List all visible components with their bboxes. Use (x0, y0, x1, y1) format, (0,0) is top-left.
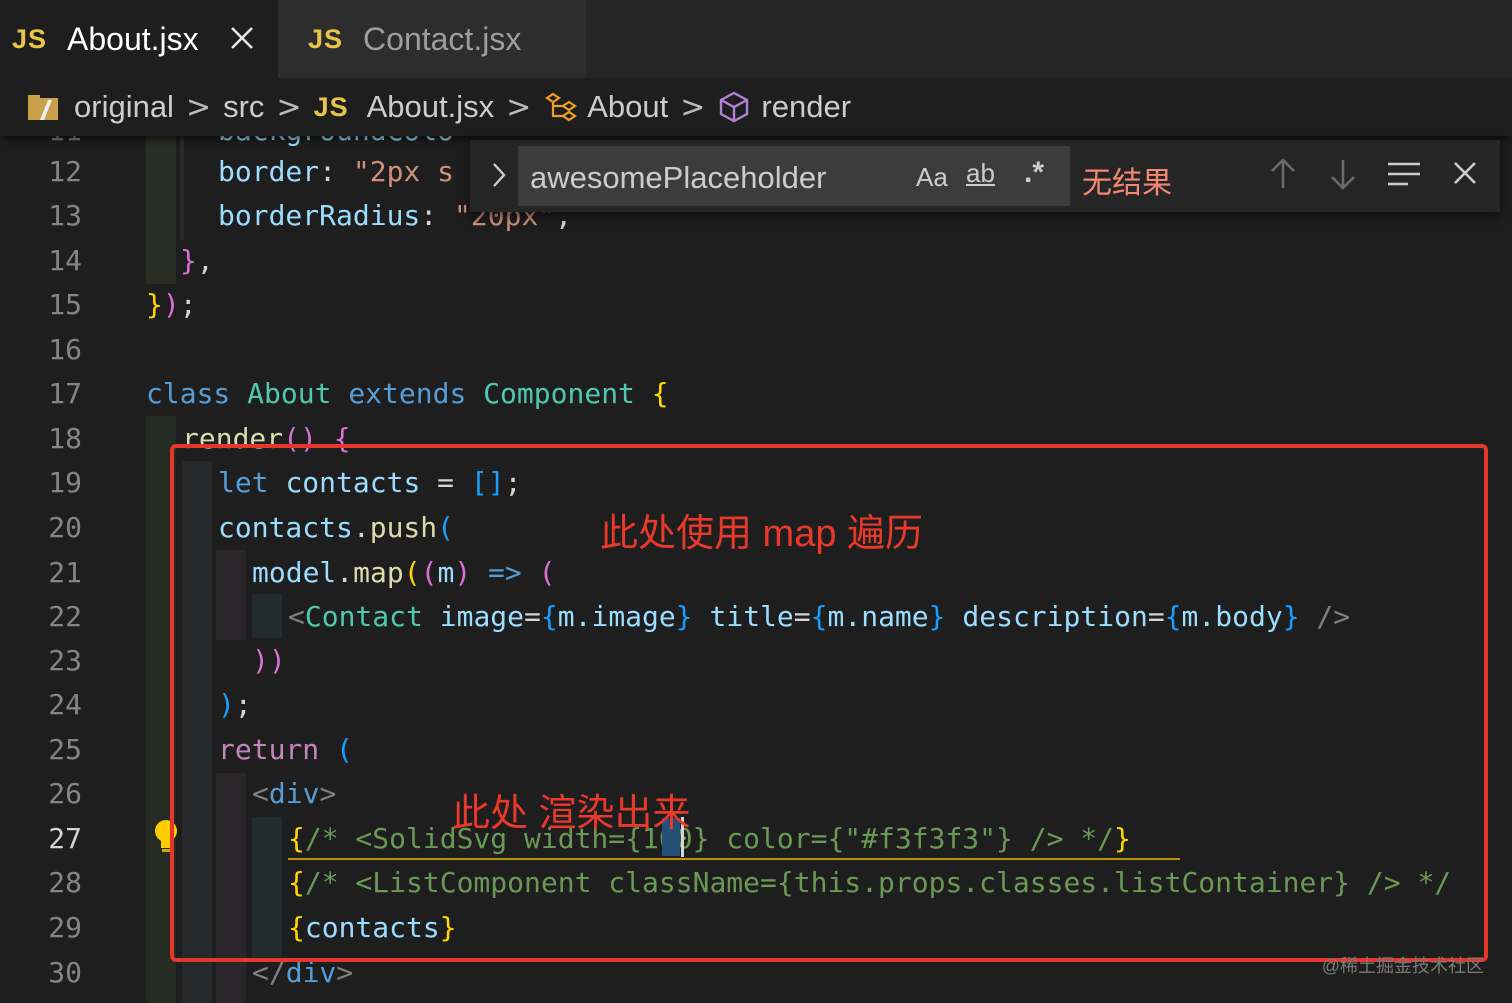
js-file-icon: JS (308, 23, 344, 54)
line-number: 15 (48, 288, 82, 321)
breadcrumb-label: About.jsx (366, 89, 495, 124)
breadcrumb-item-about-class[interactable]: About (543, 89, 668, 125)
find-input-value: awesomePlaceholder (530, 160, 827, 195)
tab-about-jsx[interactable]: JS About.jsx (0, 0, 278, 78)
class-icon (545, 92, 578, 122)
find-widget: awesomePlaceholder Aa ab .* 无结果 (470, 140, 1500, 212)
line-number: 21 (48, 556, 82, 589)
breadcrumb-label: render (761, 89, 852, 124)
tab-contact-jsx[interactable]: JS Contact.jsx (278, 0, 586, 78)
line-number: 18 (48, 422, 82, 455)
line-number: 26 (48, 777, 82, 810)
breadcrumb: original > src > JS About.jsx > About > … (0, 78, 1512, 136)
line-number: 16 (48, 333, 82, 366)
tab-label: About.jsx (67, 20, 199, 57)
line-number: 29 (48, 911, 82, 944)
tab-bar: JS About.jsx JS Contact.jsx (0, 0, 1512, 78)
chevron-right-icon: > (506, 89, 532, 125)
line-number: 11 (0, 136, 82, 147)
line-number: 17 (48, 377, 82, 410)
arrow-up-icon[interactable] (1268, 156, 1298, 192)
line-number-current: 27 (48, 822, 82, 855)
annotation-map-note: 此处使用 map 遍历 (600, 513, 924, 555)
line-number: 23 (48, 644, 82, 677)
breadcrumb-item-original[interactable]: original (74, 89, 174, 125)
code-line-14: }, (180, 244, 214, 277)
whole-word-label: ab (966, 158, 995, 188)
method-cube-icon (720, 91, 749, 123)
find-in-selection-icon[interactable] (1386, 156, 1424, 192)
code-line-15: }); (146, 288, 197, 321)
line-number: 19 (48, 466, 82, 499)
arrow-down-icon[interactable] (1328, 156, 1358, 192)
line-number: 20 (48, 511, 82, 544)
folder-icon (28, 95, 58, 120)
find-status: 无结果 (1082, 167, 1172, 200)
code-line-11: backgroundColo (218, 136, 454, 147)
code-line-17: class About extends Component { (146, 377, 669, 410)
close-icon[interactable] (226, 22, 258, 54)
chevron-right-icon: > (276, 89, 302, 125)
chevron-right-icon: > (185, 89, 212, 125)
line-number: 12 (48, 155, 82, 188)
line-number: 22 (48, 600, 82, 633)
tab-label: Contact.jsx (363, 20, 522, 57)
breadcrumb-item-src[interactable]: src (223, 89, 264, 125)
line-number: 30 (48, 956, 82, 989)
breadcrumb-item-render-method[interactable]: render (717, 89, 851, 125)
line-number: 14 (48, 244, 82, 277)
breadcrumb-label: About (587, 89, 669, 124)
match-case-toggle[interactable]: Aa (916, 162, 948, 193)
js-file-icon: JS (12, 23, 48, 54)
breadcrumb-item-about-jsx[interactable]: JS About.jsx (314, 89, 495, 125)
line-number: 13 (48, 199, 82, 232)
line-number: 28 (48, 866, 82, 899)
indent-guide (180, 136, 184, 240)
chevron-right-icon[interactable] (490, 158, 508, 192)
code-line-12: border: "2px s (218, 155, 455, 188)
chevron-right-icon: > (680, 89, 706, 125)
close-icon[interactable] (1450, 156, 1480, 192)
watermark: @稀土掘金技术社区 (1321, 956, 1484, 976)
find-input[interactable]: awesomePlaceholder Aa ab .* (518, 146, 1070, 206)
line-number: 24 (48, 688, 82, 721)
whole-word-toggle[interactable]: ab (966, 158, 995, 189)
line-number: 25 (48, 733, 82, 766)
annotation-render-note: 此处 渲染出来 (452, 793, 691, 835)
js-file-icon: JS (313, 91, 349, 122)
indent-guide (146, 136, 176, 284)
regex-toggle[interactable]: .* (1024, 156, 1044, 190)
